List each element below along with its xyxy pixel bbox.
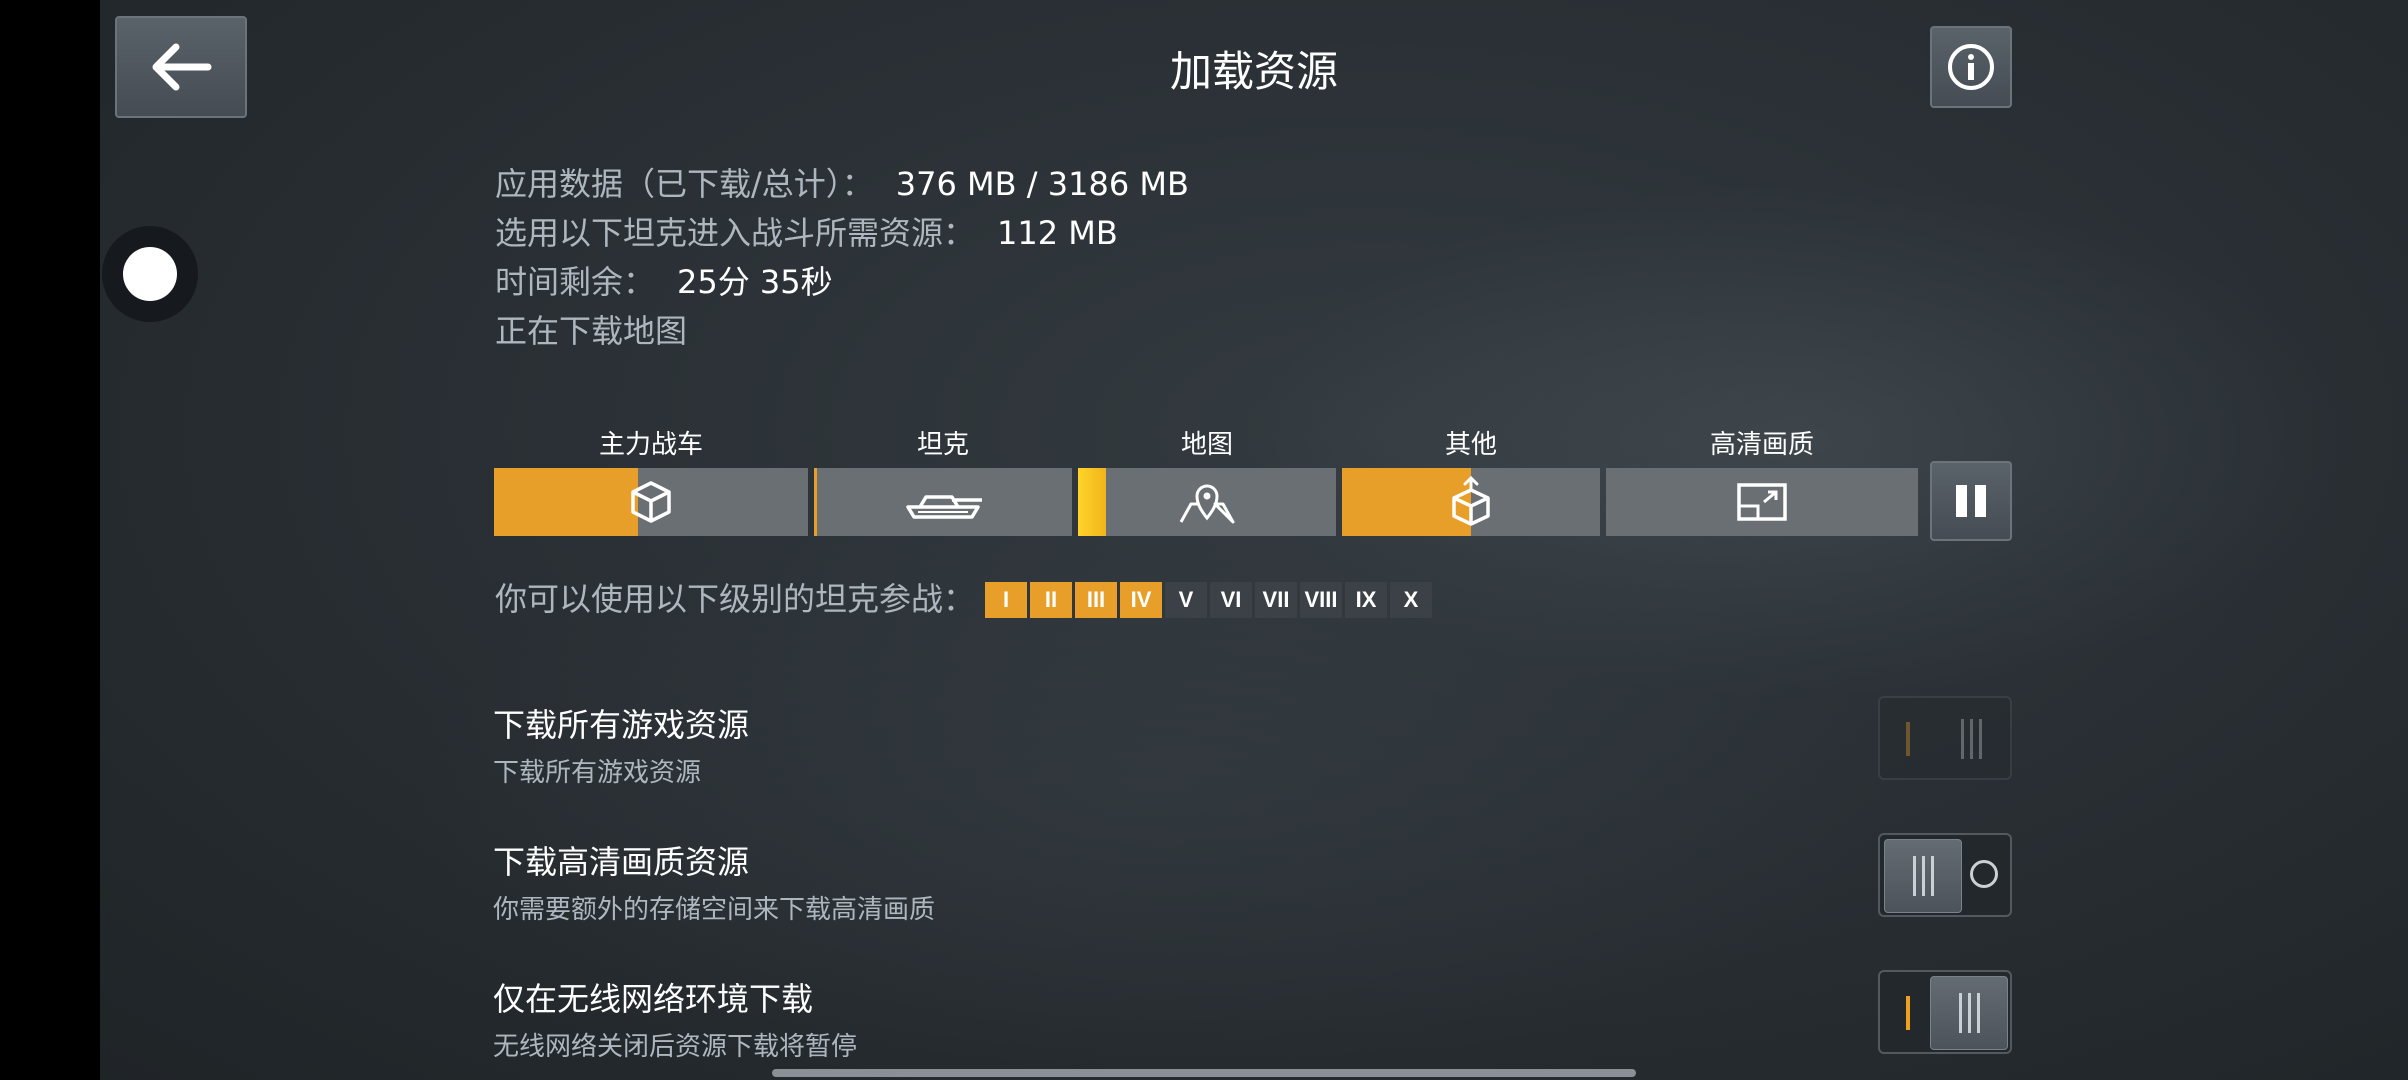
download-status: 正在下载地图 bbox=[495, 312, 688, 350]
category-label: 其他 bbox=[1444, 430, 1497, 460]
time-left-label: 时间剩余： bbox=[495, 263, 656, 301]
pause-icon bbox=[1975, 485, 1986, 517]
tier-badge: II bbox=[1030, 582, 1072, 618]
time-left-row: 时间剩余： 25分 35秒 bbox=[495, 258, 1189, 307]
toggle-knob bbox=[1932, 702, 2010, 776]
category-maps: 地图 bbox=[1078, 424, 1336, 536]
progress-fill bbox=[1078, 468, 1107, 536]
toggle-on-mark bbox=[1906, 722, 1910, 756]
tank-required-row: 选用以下坦克进入战斗所需资源： 112 MB bbox=[495, 209, 1189, 258]
category-progress-bar bbox=[1078, 468, 1336, 536]
wifi-only-toggle[interactable] bbox=[1878, 970, 2012, 1054]
tier-badge: X bbox=[1390, 582, 1432, 618]
box-upload-icon bbox=[1452, 476, 1490, 526]
category-progress-bar bbox=[494, 468, 808, 536]
tier-badge: VI bbox=[1210, 582, 1252, 618]
category-other: 其他 bbox=[1342, 424, 1600, 536]
info-button[interactable] bbox=[1930, 26, 2012, 108]
category-label: 地图 bbox=[1180, 430, 1233, 460]
info-icon bbox=[1948, 44, 1994, 90]
category-progress-bar bbox=[814, 468, 1072, 536]
back-button[interactable] bbox=[115, 16, 247, 118]
setting-subtitle: 下载所有游戏资源 bbox=[493, 758, 702, 788]
tier-badge: V bbox=[1165, 582, 1207, 618]
setting-wifi-only: 仅在无线网络环境下载 无线网络关闭后资源下载将暂停 bbox=[493, 974, 857, 1063]
tier-badge: IV bbox=[1120, 582, 1162, 618]
hd-screen-icon bbox=[1737, 483, 1787, 521]
progress-fill bbox=[494, 468, 639, 536]
game-background bbox=[100, 0, 2408, 1080]
tier-badge: I bbox=[985, 582, 1027, 618]
tank-icon bbox=[906, 495, 982, 519]
category-label: 高清画质 bbox=[1709, 430, 1814, 460]
download-all-toggle[interactable] bbox=[1878, 696, 2012, 780]
toggle-knob bbox=[1884, 839, 1962, 913]
app-data-value: 376 MB / 3186 MB bbox=[895, 165, 1189, 203]
setting-subtitle: 你需要额外的存储空间来下载高清画质 bbox=[493, 895, 936, 925]
toggle-on-mark bbox=[1906, 996, 1910, 1030]
tier-list: I II III IV V VI VII VIII IX X bbox=[985, 582, 1432, 618]
category-progress-bar bbox=[1606, 468, 1918, 536]
pause-download-button[interactable] bbox=[1930, 461, 2012, 541]
page-title: 加载资源 bbox=[1169, 47, 1338, 96]
setting-title: 下载高清画质资源 bbox=[493, 843, 750, 881]
home-indicator[interactable] bbox=[772, 1069, 1636, 1077]
floating-assist-button[interactable] bbox=[102, 226, 198, 322]
progress-fill bbox=[814, 468, 817, 536]
category-label: 坦克 bbox=[916, 430, 969, 460]
tier-badge: VII bbox=[1255, 582, 1297, 618]
category-label: 主力战车 bbox=[598, 430, 703, 460]
tier-badge: VIII bbox=[1300, 582, 1342, 618]
setting-download-hd: 下载高清画质资源 你需要额外的存储空间来下载高清画质 bbox=[493, 837, 935, 926]
tank-required-label: 选用以下坦克进入战斗所需资源： bbox=[495, 214, 976, 252]
tier-badge: III bbox=[1075, 582, 1117, 618]
cube-icon bbox=[631, 481, 671, 523]
setting-title: 下载所有游戏资源 bbox=[493, 706, 750, 744]
download-hd-toggle[interactable] bbox=[1878, 833, 2012, 917]
category-tanks: 坦克 bbox=[814, 424, 1072, 536]
category-hd-quality: 高清画质 bbox=[1606, 424, 1918, 536]
toggle-knob bbox=[1930, 976, 2008, 1050]
tank-required-value: 112 MB bbox=[997, 214, 1118, 252]
toggle-off-mark bbox=[1970, 860, 1998, 888]
pause-icon bbox=[1956, 485, 1967, 517]
setting-title: 仅在无线网络环境下载 bbox=[493, 980, 814, 1018]
setting-subtitle: 无线网络关闭后资源下载将暂停 bbox=[493, 1032, 858, 1062]
tier-badge: IX bbox=[1345, 582, 1387, 618]
tiers-label: 你可以使用以下级别的坦克参战： bbox=[495, 580, 976, 618]
category-progress-bar bbox=[1342, 468, 1600, 536]
app-data-label: 应用数据（已下载/总计）： bbox=[495, 165, 874, 203]
time-left-value: 25分 35秒 bbox=[677, 263, 833, 301]
setting-download-all: 下载所有游戏资源 下载所有游戏资源 bbox=[493, 700, 749, 789]
assist-dot bbox=[123, 247, 177, 301]
category-main-vehicle: 主力战车 bbox=[494, 424, 808, 536]
map-pin-icon bbox=[1179, 484, 1235, 524]
arrow-left-icon bbox=[152, 43, 212, 91]
app-data-row: 应用数据（已下载/总计）： 376 MB / 3186 MB bbox=[495, 160, 1189, 209]
download-info: 应用数据（已下载/总计）： 376 MB / 3186 MB 选用以下坦克进入战斗… bbox=[495, 160, 1189, 356]
